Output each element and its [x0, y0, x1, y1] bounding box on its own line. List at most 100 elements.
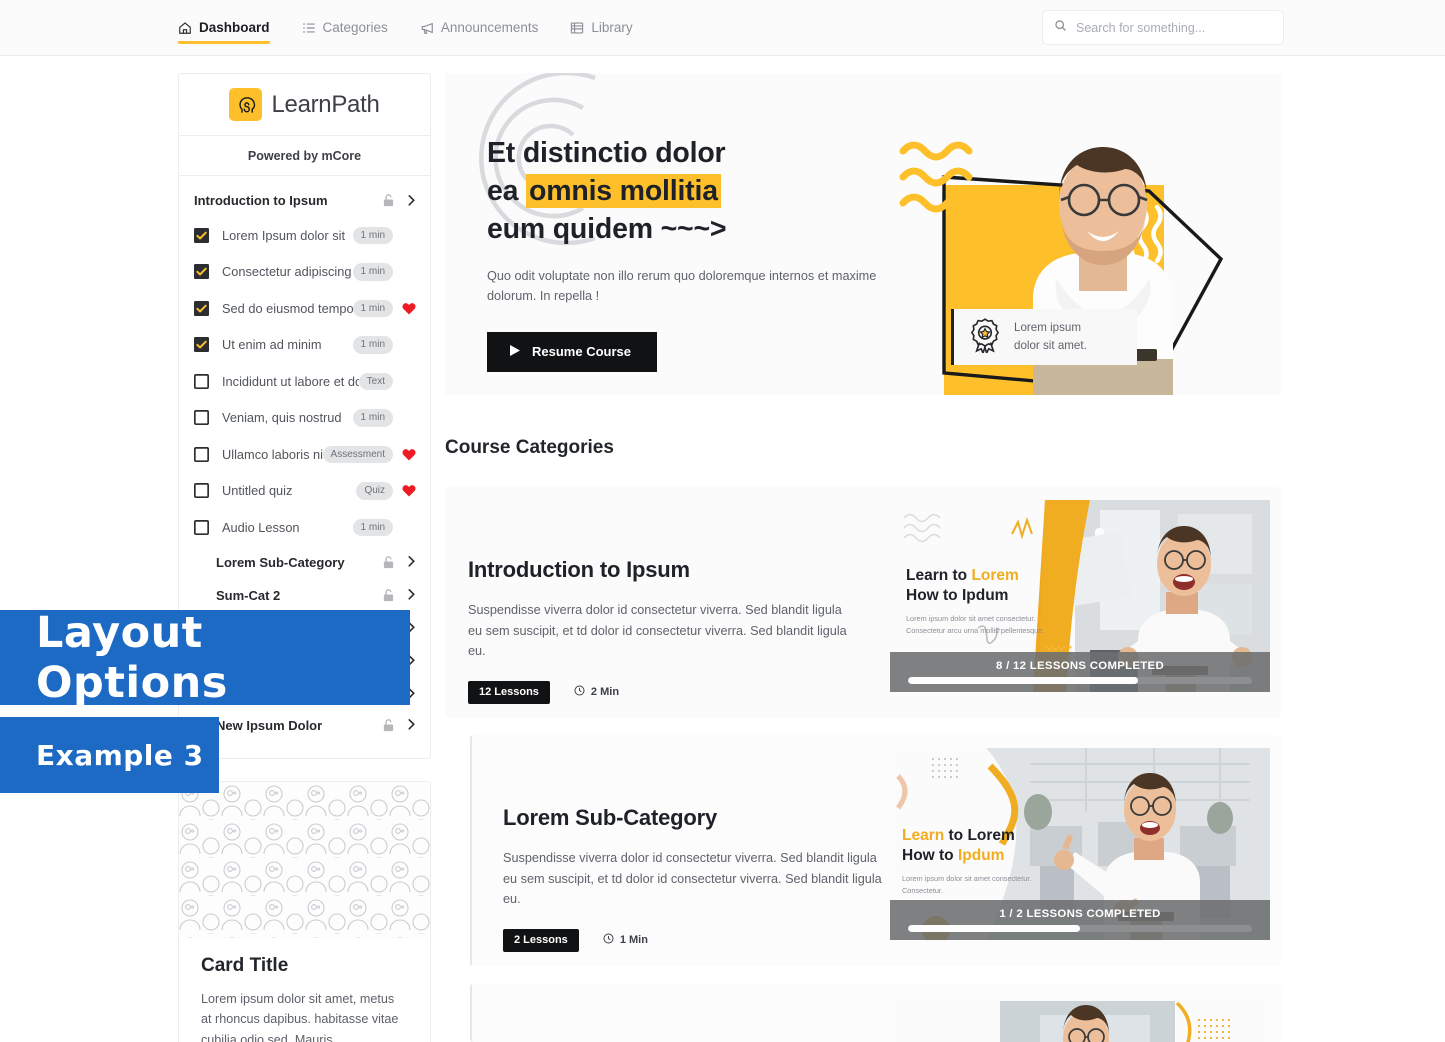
- hero-achievement-badge: Lorem ipsum dolor sit amet.: [951, 309, 1137, 365]
- lesson-item[interactable]: Ullamco laboris nisi ut Assessment: [179, 436, 430, 473]
- sidebar-category-lorem-sub-category[interactable]: Lorem Sub-Category: [179, 546, 430, 579]
- course-card-description: Suspendisse viverra dolor id consectetur…: [468, 603, 847, 659]
- lesson-name: Incididunt ut labore et dolore: [222, 373, 359, 389]
- page-title: Course Categories: [445, 437, 614, 458]
- lesson-badge: Text: [358, 372, 393, 390]
- hero-title: Et distinctio dolor ea omnis mollitia eu…: [487, 135, 957, 249]
- resume-course-button[interactable]: Resume Course: [487, 331, 657, 372]
- course-card[interactable]: Introduction to Ipsum Suspendisse viverr…: [445, 487, 1281, 718]
- hero-title-line-3: eum quidem ~~~>: [487, 212, 727, 245]
- checkbox-unchecked[interactable]: [193, 446, 209, 462]
- course-progress: 8 / 12 LESSONS COMPLETED: [890, 652, 1270, 692]
- lesson-item[interactable]: Consectetur adipiscing elit 1 min: [179, 254, 430, 291]
- lesson-item[interactable]: Incididunt ut labore et dolore Text: [179, 363, 430, 400]
- clock-icon: [574, 685, 585, 699]
- course-duration: 2 Min: [574, 685, 619, 699]
- hero-copy: Et distinctio dolor ea omnis mollitia eu…: [487, 135, 957, 372]
- overlay-banner-example: Example 3: [0, 717, 219, 793]
- heart-icon[interactable]: [402, 302, 416, 315]
- thumbnail-subhead-pre: How to: [906, 586, 962, 604]
- brand-name: LearnPath: [271, 90, 380, 118]
- sidebar-category-introduction-to-ipsum[interactable]: Introduction to Ipsum: [179, 184, 430, 217]
- megaphone-icon: [420, 21, 434, 35]
- hero-badge-text: Lorem ipsum dolor sit amet.: [1014, 319, 1087, 355]
- nav-item-library[interactable]: Library: [570, 0, 633, 56]
- brain-head-icon: [229, 88, 263, 121]
- nav-label: Library: [591, 20, 633, 35]
- lesson-item[interactable]: Ut enim ad minim 1 min: [179, 327, 430, 364]
- hero-title-line-2-pre: ea: [487, 174, 527, 207]
- hero-title-line-1: Et distinctio dolor: [487, 137, 726, 169]
- search-input[interactable]: Search for something...: [1042, 10, 1284, 45]
- lesson-badge: 1 min: [352, 263, 393, 281]
- category-title: Sum-Cat 2: [216, 587, 281, 603]
- course-card-description: Suspendisse viverra dolor id consectetur…: [503, 851, 882, 907]
- search-placeholder: Search for something...: [1076, 20, 1206, 35]
- lesson-item[interactable]: Sed do eiusmod tempor 1 min: [179, 290, 430, 327]
- thumbnail-subhead-accent: Ipdum: [957, 846, 1005, 864]
- lesson-item[interactable]: Untitled quiz Quiz: [179, 473, 430, 510]
- nav-label: Categories: [322, 20, 388, 35]
- heart-icon[interactable]: [402, 448, 416, 461]
- lesson-badge: Quiz: [356, 482, 393, 500]
- lesson-item[interactable]: Audio Lesson 1 min: [179, 509, 430, 546]
- play-icon: [509, 344, 521, 360]
- search-icon: [1054, 19, 1067, 37]
- lesson-badge: 1 min: [352, 518, 393, 536]
- unlock-icon: [382, 193, 395, 208]
- course-card-meta: 12 Lessons 2 Min: [468, 680, 875, 704]
- checkbox-unchecked[interactable]: [193, 373, 209, 389]
- course-card[interactable]: [470, 984, 1281, 1042]
- library-icon: [570, 21, 584, 35]
- nav-item-categories[interactable]: Categories: [302, 0, 388, 56]
- course-thumbnail: Learn to Lorem How to Ipdum Lorem ipsum …: [890, 500, 1270, 692]
- course-duration-label: 1 Min: [619, 934, 648, 947]
- thumbnail-caption: Learn to Lorem How to Ipdum Lorem ipsum …: [902, 826, 1062, 897]
- lesson-item[interactable]: Lorem Ipsum dolor sit 1 min: [179, 217, 430, 254]
- lesson-badge: 1 min: [352, 409, 393, 427]
- course-card[interactable]: Lorem Sub-Category Suspendisse viverra d…: [470, 735, 1281, 966]
- checkbox-unchecked[interactable]: [193, 519, 209, 535]
- checkbox-checked[interactable]: [194, 337, 209, 353]
- lesson-badge: 1 min: [352, 226, 393, 244]
- course-card-meta: 2 Lessons 1 Min: [503, 928, 902, 952]
- course-duration-label: 2 Min: [590, 686, 620, 699]
- lesson-list: Lorem Ipsum dolor sit 1 min Consectetur …: [179, 217, 430, 546]
- hero-paragraph: Quo odit voluptate non illo rerum quo do…: [487, 268, 877, 304]
- lesson-badge: 1 min: [352, 299, 393, 317]
- category-title: New Ipsum Dolor: [216, 717, 323, 733]
- thumbnail-small-text: Lorem ipsum dolor sit amet consectetur. …: [906, 613, 1045, 636]
- nav-label: Announcements: [440, 20, 539, 35]
- nav-item-announcements[interactable]: Announcements: [420, 0, 539, 56]
- checkbox-unchecked[interactable]: [193, 483, 209, 499]
- thumbnail-subhead: How to Ipdum: [902, 846, 1062, 866]
- lesson-name: Veniam, quis nostrud: [222, 410, 342, 426]
- hero-title-line-2: ea omnis mollitia: [487, 173, 957, 211]
- thumbnail-headline: Learn to Lorem: [902, 826, 1062, 846]
- chevron-right-icon: [407, 555, 416, 569]
- thumbnail-headline-accent: Lorem: [971, 567, 1019, 584]
- list-icon: [302, 21, 316, 35]
- nav-items: Dashboard Categories Announcements Libra…: [178, 0, 633, 56]
- checkbox-checked[interactable]: [194, 264, 209, 280]
- category-title: Lorem Sub-Category: [216, 554, 345, 570]
- hero-badge-line-2: dolor sit amet.: [1014, 339, 1087, 352]
- lesson-badge: Assessment: [322, 445, 393, 463]
- sidebar-card-text: Lorem ipsum dolor sit amet, metus at rho…: [201, 992, 399, 1042]
- checkbox-checked[interactable]: [194, 300, 209, 316]
- lesson-name: Sed do eiusmod tempor: [222, 300, 353, 316]
- award-ribbon-icon: [968, 317, 1002, 358]
- sidebar-promo-card[interactable]: Card Title Lorem ipsum dolor sit amet, m…: [178, 781, 431, 1042]
- course-thumbnail: Learn to Lorem How to Ipdum Lorem ipsum …: [890, 748, 1270, 940]
- checkbox-unchecked[interactable]: [193, 410, 209, 426]
- lesson-badge: 1 min: [352, 336, 393, 354]
- nav-item-dashboard[interactable]: Dashboard: [178, 0, 270, 56]
- lesson-item[interactable]: Veniam, quis nostrud 1 min: [179, 400, 430, 437]
- chevron-right-icon: [407, 718, 416, 732]
- lesson-name: Ut enim ad minim: [222, 337, 322, 353]
- sidebar-card-title: Card Title: [201, 955, 289, 976]
- heart-icon[interactable]: [402, 484, 416, 497]
- lesson-name: Untitled quiz: [222, 483, 293, 499]
- course-progress: 1 / 2 LESSONS COMPLETED: [890, 900, 1270, 940]
- checkbox-checked[interactable]: [194, 227, 209, 243]
